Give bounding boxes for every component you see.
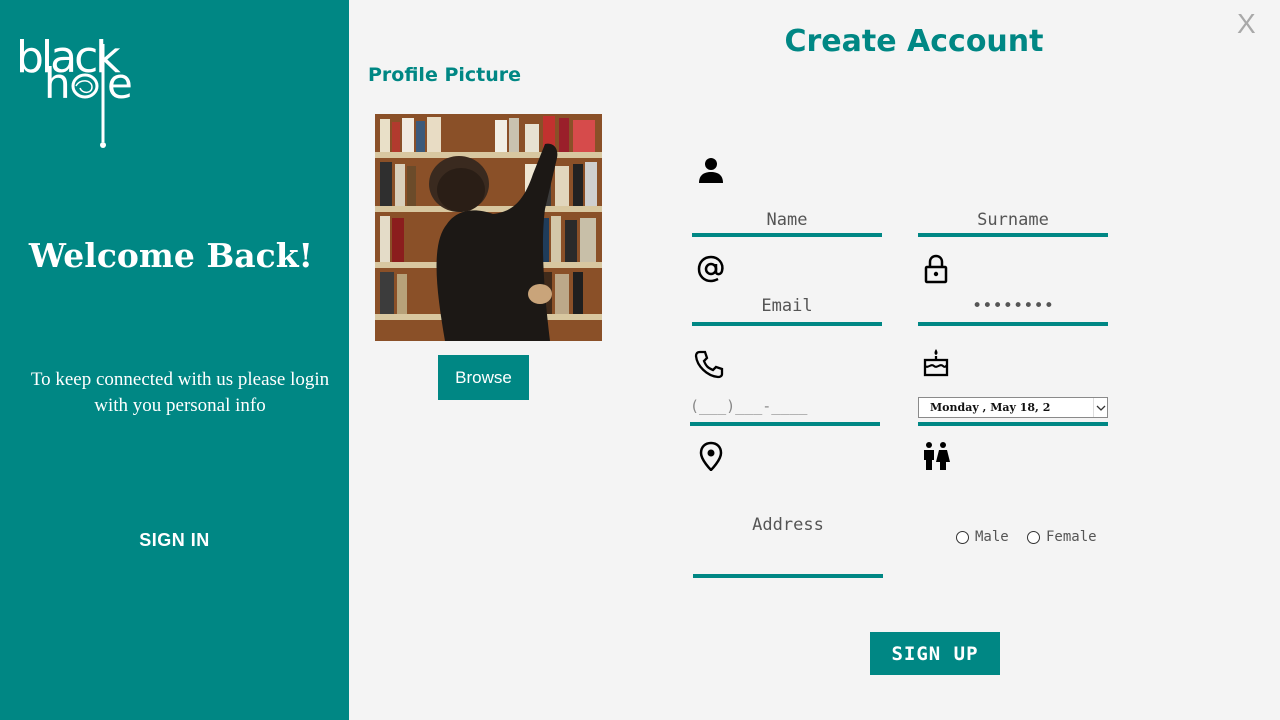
gender-female-label: Female — [1046, 529, 1097, 545]
surname-input[interactable] — [918, 208, 1108, 232]
svg-text:e: e — [107, 59, 131, 108]
birthday-cake-icon — [921, 347, 951, 377]
phone-input[interactable]: (___)___-____ — [690, 397, 880, 419]
svg-text:black: black — [16, 32, 121, 83]
close-button[interactable]: X — [1237, 8, 1263, 44]
gender-male-radio[interactable]: Male — [956, 528, 1009, 546]
profile-picture-label: Profile Picture — [368, 64, 522, 86]
radio-circle[interactable] — [1027, 530, 1040, 544]
welcome-info-text: To keep connected with us please login w… — [30, 369, 330, 416]
person-icon — [696, 155, 726, 185]
birthdate-underline — [918, 422, 1108, 426]
email-underline — [692, 322, 882, 326]
black-hole-logo: black h e — [14, 14, 144, 154]
address-underline — [693, 574, 883, 578]
birthdate-value: Monday , May 18, 2 — [930, 401, 1051, 414]
profile-photo — [375, 114, 602, 341]
phone-underline — [690, 422, 880, 426]
male-female-icon — [921, 441, 951, 471]
name-input[interactable] — [692, 208, 882, 232]
name-underline — [692, 233, 882, 237]
welcome-heading: Welcome Back! — [28, 236, 314, 275]
sign-in-button[interactable]: SIGN IN — [0, 530, 349, 551]
address-input[interactable] — [693, 512, 883, 538]
browse-button[interactable]: Browse — [438, 355, 529, 400]
email-input[interactable] — [692, 294, 882, 318]
phone-icon — [694, 349, 724, 379]
surname-underline — [918, 233, 1108, 237]
lock-icon — [921, 254, 951, 284]
birthdate-picker[interactable]: Monday , May 18, 2 — [918, 397, 1108, 418]
radio-circle[interactable] — [956, 530, 969, 544]
gender-male-label: Male — [975, 529, 1009, 545]
welcome-panel: black h e Welcome Back! To keep connecte… — [0, 0, 349, 720]
password-underline — [918, 322, 1108, 326]
sign-up-button[interactable]: SIGN UP — [870, 632, 1000, 675]
gender-female-radio[interactable]: Female — [1027, 528, 1097, 546]
chevron-down-icon[interactable] — [1093, 398, 1107, 417]
map-pin-icon — [696, 441, 726, 471]
at-sign-icon — [696, 254, 726, 284]
svg-text:h: h — [44, 59, 68, 108]
password-input[interactable]: •••••••• — [918, 294, 1108, 318]
page-title: Create Account — [784, 24, 1044, 59]
